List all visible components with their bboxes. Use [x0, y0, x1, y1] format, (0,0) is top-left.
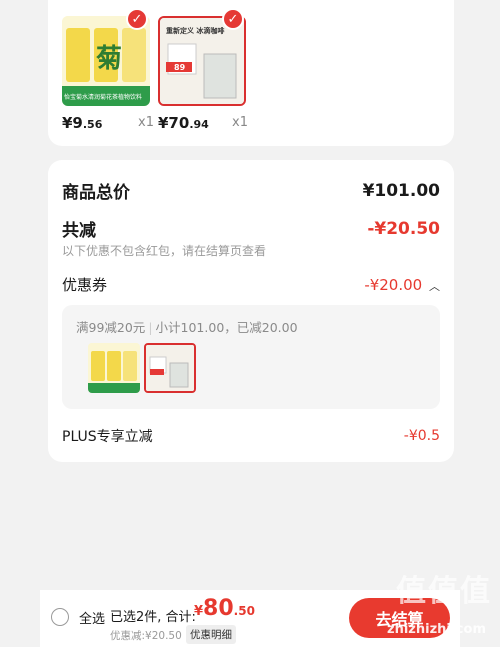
product-image-text: 重新定义 冰滴咖啡: [166, 27, 225, 35]
price-summary-card: 商品总价 ¥101.00 共减 -¥20.50 以下优惠不包含红包，请在结算页查…: [48, 160, 454, 462]
product-price: ¥9.56: [62, 114, 103, 132]
select-all-label[interactable]: 全选: [79, 608, 105, 627]
total-value: ¥101.00: [362, 180, 440, 201]
plus-label: PLUS专享立减: [62, 429, 153, 445]
total-amount: ¥80.50: [194, 596, 255, 621]
coupon-label: 优惠券: [62, 276, 108, 294]
coupon-value-wrap: -¥20.00 ︿: [364, 276, 440, 294]
product-banner-text: 怡宝菊水清润菊花茶植物饮料: [64, 94, 143, 101]
coupon-detail-text: 满99减20元 | 小计101.00，已减20.00: [76, 320, 298, 335]
product-price: ¥70.94: [158, 114, 209, 132]
product-tag: 89: [174, 63, 186, 72]
coupon-detail: 小计101.00，已减20.00: [155, 320, 298, 335]
coupon-product-thumb: [144, 343, 196, 393]
discount-row: 共减 -¥20.50: [62, 216, 440, 242]
select-all-radio[interactable]: [51, 608, 69, 626]
coupon-product-thumb: [88, 343, 140, 393]
discount-value: -¥20.50: [367, 218, 440, 239]
coupon-value: -¥20.00: [364, 275, 423, 294]
product-qty: x1: [138, 115, 154, 130]
discount-label: 共减: [62, 221, 96, 241]
checked-icon[interactable]: ✓: [222, 8, 244, 30]
product-qty: x1: [232, 115, 248, 130]
selected-count: 已选2件, 合计:: [110, 610, 196, 625]
product-image-text: 菊: [96, 44, 123, 74]
cart-items-card: 菊 怡宝菊水清润菊花茶植物饮料 ✓ 重新定义 冰滴咖啡 89 ✓ ¥9.56 x…: [48, 0, 454, 146]
coupon-detail-box: 满99减20元 | 小计101.00，已减20.00: [62, 305, 440, 409]
chevron-up-icon: ︿: [429, 279, 440, 293]
coupon-row[interactable]: 优惠券 -¥20.00 ︿: [62, 274, 440, 295]
watermark-url: zhizhizhi.com: [387, 622, 486, 637]
plus-value: -¥0.5: [403, 428, 440, 444]
coupon-rule: 满99减20元: [76, 320, 146, 335]
total-row: 商品总价 ¥101.00: [62, 178, 440, 204]
discount-small: 优惠减:¥20.50: [110, 630, 182, 642]
checked-icon[interactable]: ✓: [126, 8, 148, 30]
discount-detail-button[interactable]: 优惠明细: [186, 625, 236, 644]
watermark-logo: 值值值: [396, 574, 492, 609]
discount-note: 以下优惠不包含红包，请在结算页查看: [62, 244, 267, 258]
plus-row: PLUS专享立减 -¥0.5: [62, 426, 440, 446]
total-label: 商品总价: [62, 183, 130, 203]
